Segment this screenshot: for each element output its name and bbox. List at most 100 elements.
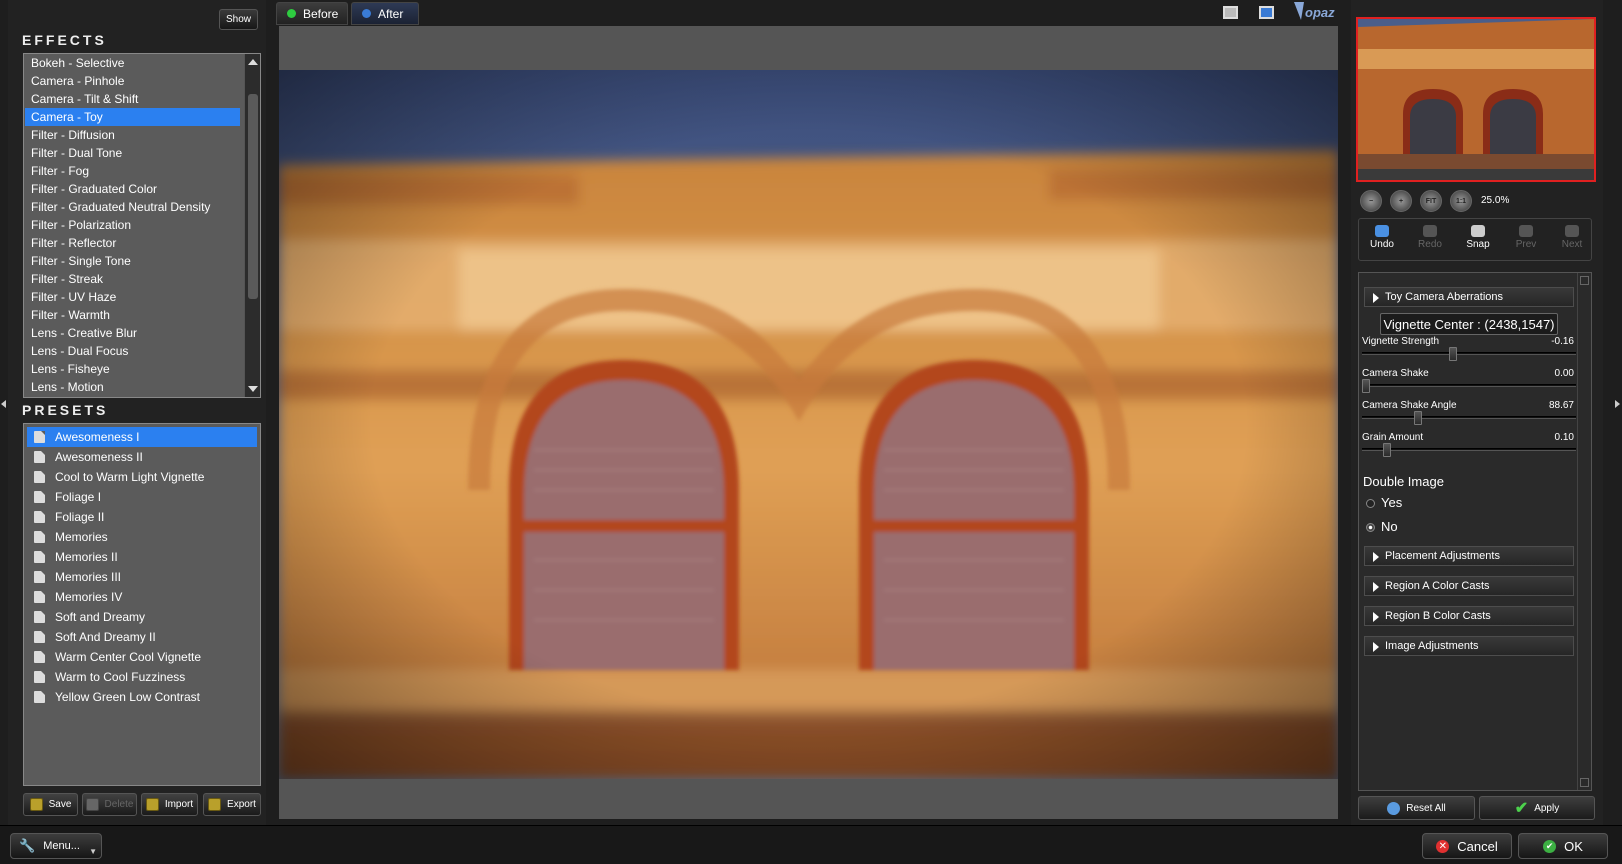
zoom-in-icon[interactable]: + [1390,190,1412,212]
effect-item[interactable]: Camera - Pinhole [25,72,240,90]
effects-scrollbar[interactable] [244,54,260,397]
ok-button[interactable]: ✔ OK [1518,833,1608,859]
effect-item[interactable]: Lens - Creative Blur [25,324,240,342]
scroll-up-icon[interactable] [248,59,258,65]
menu-button[interactable]: 🔧 Menu... ▼ [10,833,102,859]
slider-handle[interactable] [1414,411,1422,425]
effect-item[interactable]: Filter - Streak [25,270,240,288]
zoom-actual-button[interactable]: 1:1 [1450,190,1472,212]
preset-document-icon [34,691,45,703]
save-preset-button[interactable]: Save [23,793,78,816]
effect-item[interactable]: Bokeh - Selective [25,54,240,72]
slider-track[interactable] [1362,352,1576,355]
prev-button[interactable]: Prev [1504,222,1548,258]
snap-button[interactable]: Snap [1456,222,1500,258]
radio-no[interactable] [1366,523,1375,532]
import-preset-button[interactable]: Import [141,793,198,816]
preset-item[interactable]: Warm Center Cool Vignette [27,647,257,667]
tab-after[interactable]: After [351,2,419,25]
effect-item[interactable]: Filter - Graduated Color [25,180,240,198]
preset-label: Foliage I [55,490,102,504]
settings-scrollbar[interactable] [1577,273,1591,790]
export-preset-button[interactable]: Export [203,793,261,816]
effect-item[interactable]: Filter - Single Tone [25,252,240,270]
preset-item[interactable]: Soft and Dreamy [27,607,257,627]
apply-button[interactable]: ✔ Apply [1479,796,1595,820]
effect-item[interactable]: Filter - Dual Tone [25,144,240,162]
tab-before[interactable]: Before [276,2,348,25]
effect-item[interactable]: Camera - Tilt & Shift [25,90,240,108]
single-view-icon[interactable] [1223,6,1238,19]
delete-preset-button[interactable]: Delete [82,793,137,816]
preset-document-icon [34,491,45,503]
next-button[interactable]: Next [1550,222,1594,258]
slider-handle[interactable] [1449,347,1457,361]
checkmark-icon: ✔ [1514,800,1529,817]
effect-item[interactable]: Lens - Dual Focus [25,342,240,360]
cancel-icon: ✕ [1436,839,1450,853]
slider-track[interactable] [1362,448,1576,451]
preset-item[interactable]: Memories [27,527,257,547]
export-icon [208,798,222,811]
section-region-b-color-casts[interactable]: Region B Color Casts [1364,606,1574,626]
preview-image[interactable] [279,70,1338,779]
effect-item[interactable]: Filter - Polarization [25,216,240,234]
slider-value: 0.10 [1554,432,1574,443]
preset-item[interactable]: Memories IV [27,587,257,607]
reset-all-button[interactable]: Reset All [1358,796,1475,820]
svg-text:opaz: opaz [1305,5,1335,20]
effect-item[interactable]: Filter - Graduated Neutral Density [25,198,240,216]
effect-item[interactable]: Filter - Diffusion [25,126,240,144]
preset-item[interactable]: Yellow Green Low Contrast [27,687,257,707]
slider-track[interactable] [1362,384,1576,387]
effect-item[interactable]: Filter - Fog [25,162,240,180]
effect-item[interactable]: Lens - Fisheye [25,360,240,378]
navigator-thumbnail[interactable] [1356,17,1596,182]
slider-handle[interactable] [1383,443,1391,457]
effect-item[interactable]: Filter - UV Haze [25,288,240,306]
slider-label: Grain Amount [1362,432,1424,443]
section-region-a-color-casts[interactable]: Region A Color Casts [1364,576,1574,596]
collapse-right-icon[interactable] [1615,400,1620,408]
scroll-up-icon[interactable] [1580,276,1589,285]
preset-label: Memories IV [55,590,123,604]
undo-button[interactable]: Undo [1360,222,1404,258]
preset-item[interactable]: Awesomeness II [27,447,257,467]
cancel-button[interactable]: ✕ Cancel [1422,833,1512,859]
effect-item[interactable]: Camera - Toy [25,108,240,126]
redo-button[interactable]: Redo [1408,222,1452,258]
vignette-center-button[interactable]: Vignette Center : (2438,1547) [1380,313,1558,335]
zoom-fit-button[interactable]: FIT [1420,190,1442,212]
preset-item[interactable]: Foliage I [27,487,257,507]
zoom-out-icon[interactable]: − [1360,190,1382,212]
preset-item[interactable]: Memories III [27,567,257,587]
slider-handle[interactable] [1362,379,1370,393]
preset-item[interactable]: Memories II [27,547,257,567]
section-image-adjustments[interactable]: Image Adjustments [1364,636,1574,656]
split-view-icon[interactable] [1259,6,1274,19]
expand-triangle-icon [1373,293,1379,303]
preset-label: Memories III [55,570,122,584]
preset-item[interactable]: Warm to Cool Fuzziness [27,667,257,687]
effect-item[interactable]: Filter - Warmth [25,306,240,324]
preset-item[interactable]: Soft And Dreamy II [27,627,257,647]
show-button[interactable]: Show [219,9,258,30]
collapse-left-icon[interactable] [1,400,6,408]
preset-document-icon [34,591,45,603]
effect-item[interactable]: Lens - Motion [25,378,240,396]
preset-item[interactable]: Cool to Warm Light Vignette [27,467,257,487]
bottom-bar [0,825,1622,864]
preset-label: Cool to Warm Light Vignette [55,470,205,484]
prev-icon [1519,225,1533,237]
section-toy-camera-aberrations[interactable]: Toy Camera Aberrations [1364,287,1574,307]
before-dot-icon [287,9,296,18]
scroll-down-icon[interactable] [248,386,258,392]
scroll-thumb[interactable] [248,94,258,299]
section-placement-adjustments[interactable]: Placement Adjustments [1364,546,1574,566]
preset-item[interactable]: Foliage II [27,507,257,527]
scroll-down-icon[interactable] [1580,778,1589,787]
slider-track[interactable] [1362,416,1576,419]
effect-item[interactable]: Filter - Reflector [25,234,240,252]
preset-item[interactable]: Awesomeness I [27,427,257,447]
radio-yes[interactable] [1366,499,1375,508]
